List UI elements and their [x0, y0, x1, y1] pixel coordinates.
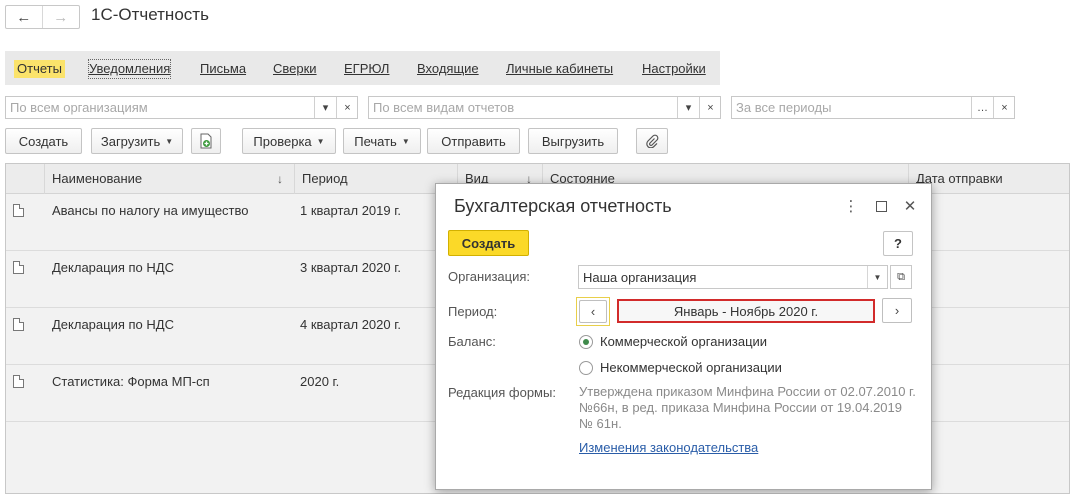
history-navigation: ← → [5, 5, 80, 29]
help-button[interactable]: ? [883, 231, 913, 256]
chevron-down-icon[interactable]: ▼ [867, 266, 887, 288]
send-button-label: Отправить [441, 133, 506, 149]
tab-incoming[interactable]: Входящие [417, 60, 479, 78]
next-period-button[interactable]: › [882, 298, 912, 323]
report-type-filter[interactable]: По всем видам отчетов ▾ × [368, 96, 721, 119]
row-name: Статистика: Форма МП-сп [52, 374, 210, 389]
column-header-sent-date[interactable]: Дата отправки [908, 164, 1069, 194]
period-label: Период: [448, 304, 498, 319]
radio-noncommercial[interactable] [579, 361, 593, 375]
clear-icon[interactable]: × [336, 97, 358, 118]
back-arrow-icon[interactable]: ← [6, 6, 43, 28]
send-button[interactable]: Отправить [427, 128, 520, 154]
row-name: Авансы по налогу на имущество [52, 203, 249, 218]
row-name: Декларация по НДС [52, 317, 174, 332]
open-organization-icon[interactable]: ⧉ [890, 265, 912, 289]
organization-filter-placeholder: По всем организациям [10, 100, 148, 115]
chevron-right-icon: › [894, 303, 900, 318]
row-period: 2020 г. [300, 374, 340, 389]
maximize-icon[interactable] [871, 196, 891, 216]
row-period: 3 квартал 2020 г. [300, 260, 401, 275]
organization-value: Наша организация [583, 270, 697, 285]
accounting-report-dialog: Бухгалтерская отчетность ⋮ ✕ Создать ? О… [435, 183, 932, 490]
document-icon [13, 261, 24, 274]
export-button-label: Выгрузить [541, 133, 605, 149]
tab-egrul[interactable]: ЕГРЮЛ [344, 60, 389, 78]
row-name: Декларация по НДС [52, 260, 174, 275]
clear-icon[interactable]: × [993, 97, 1015, 118]
document-icon [13, 318, 24, 331]
organization-filter[interactable]: По всем организациям ▾ × [5, 96, 358, 119]
balance-label: Баланс: [448, 334, 496, 349]
row-period: 4 квартал 2020 г. [300, 317, 401, 332]
tab-settings[interactable]: Настройки [642, 60, 706, 78]
load-button-label: Загрузить [100, 133, 161, 149]
check-button-label: Проверка [253, 133, 312, 149]
print-button-label: Печать [354, 133, 397, 149]
column-header-name[interactable]: Наименование ↓ [44, 164, 295, 194]
sort-arrow-icon: ↓ [277, 172, 283, 186]
create-button[interactable]: Создать [5, 128, 82, 154]
more-icon[interactable]: ⋮ [841, 196, 861, 216]
attach-button[interactable] [636, 128, 668, 154]
tab-personal-accounts[interactable]: Личные кабинеты [506, 60, 613, 78]
select-period-icon[interactable]: … [971, 97, 993, 118]
create-button-label: Создать [18, 133, 69, 149]
chevron-down-icon: ▼ [316, 136, 325, 146]
chevron-left-icon: ‹ [579, 300, 607, 323]
radio-commercial-label[interactable]: Коммерческой организации [600, 334, 767, 349]
dialog-title: Бухгалтерская отчетность [454, 196, 672, 216]
organization-label: Организация: [448, 269, 531, 284]
column-header-period[interactable]: Период [294, 164, 458, 194]
print-button[interactable]: Печать ▼ [343, 128, 421, 154]
report-type-filter-placeholder: По всем видам отчетов [373, 100, 515, 115]
chevron-down-icon[interactable]: ▾ [677, 97, 699, 118]
dialog-create-button[interactable]: Создать [448, 230, 529, 256]
tab-notifications[interactable]: Уведомления [87, 59, 172, 79]
document-icon [13, 375, 24, 388]
chevron-down-icon[interactable]: ▾ [314, 97, 336, 118]
close-icon[interactable]: ✕ [900, 196, 920, 216]
column-header-label: Период [302, 171, 348, 186]
forward-arrow-icon[interactable]: → [43, 6, 80, 28]
section-tabs: Отчеты Уведомления Письма Сверки ЕГРЮЛ В… [5, 51, 720, 85]
add-file-button[interactable] [191, 128, 221, 154]
export-button[interactable]: Выгрузить [528, 128, 618, 154]
check-button[interactable]: Проверка ▼ [242, 128, 336, 154]
organization-field[interactable]: Наша организация ▼ [578, 265, 888, 289]
tab-letters[interactable]: Письма [200, 60, 246, 78]
previous-period-button[interactable]: ‹ [576, 297, 610, 326]
radio-noncommercial-label[interactable]: Некоммерческой организации [600, 360, 782, 375]
row-period: 1 квартал 2019 г. [300, 203, 401, 218]
law-changes-link[interactable]: Изменения законодательства [579, 440, 758, 455]
form-edition-text: Утверждена приказом Минфина России от 02… [579, 384, 916, 431]
chevron-down-icon: ▼ [401, 136, 410, 146]
period-filter[interactable]: За все периоды … × [731, 96, 1015, 119]
tab-reconciliations[interactable]: Сверки [273, 60, 317, 78]
clear-icon[interactable]: × [699, 97, 721, 118]
add-file-icon [200, 133, 212, 149]
chevron-down-icon: ▼ [165, 136, 174, 146]
app-title: 1С-Отчетность [91, 5, 209, 24]
period-field[interactable]: Январь - Ноябрь 2020 г. [617, 299, 875, 323]
column-header-label: Наименование [52, 171, 143, 186]
document-icon [13, 204, 24, 217]
load-button[interactable]: Загрузить ▼ [91, 128, 183, 154]
radio-commercial[interactable] [579, 335, 593, 349]
period-filter-placeholder: За все периоды [736, 100, 832, 115]
paperclip-icon [646, 134, 659, 148]
tab-reports[interactable]: Отчеты [14, 60, 65, 78]
form-edition-label: Редакция формы: [448, 385, 556, 400]
